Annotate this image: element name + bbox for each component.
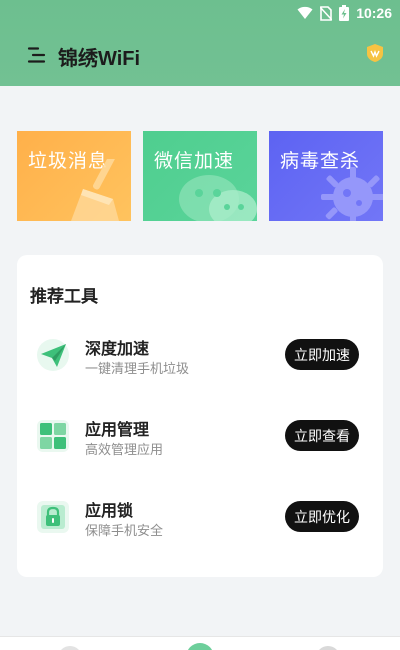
- recommended-tools-panel: 推荐工具 深度加速 一键清理手机垃圾 立即加速 应用管理 高效管理应用 立即查看: [17, 255, 383, 577]
- tool-name: 应用锁: [85, 501, 134, 520]
- app-grid-icon: [37, 420, 69, 452]
- tool-desc: 保障手机安全: [85, 524, 164, 539]
- menu-icon[interactable]: [27, 45, 47, 65]
- vip-badge-icon[interactable]: [366, 43, 384, 63]
- lock-icon: [37, 501, 69, 533]
- status-time: 10:26: [356, 5, 392, 21]
- optimize-now-button[interactable]: 立即优化: [285, 501, 359, 532]
- battery-charging-icon: [339, 5, 350, 21]
- virus-icon: [321, 167, 383, 221]
- tool-name: 应用管理: [85, 420, 150, 439]
- app-title: 锦绣WiFi: [58, 48, 141, 70]
- paper-plane-icon: [37, 339, 69, 371]
- tool-row-app-lock[interactable]: 应用锁 保障手机安全 立即优化: [17, 495, 383, 551]
- app-header-background: 10:26 锦绣WiFi: [0, 0, 400, 86]
- feature-cards: 垃圾消息 微信加速 病毒查杀: [17, 131, 383, 221]
- nav-profile-icon[interactable]: [316, 646, 340, 650]
- no-sim-icon: [320, 5, 333, 21]
- card-virus-scan[interactable]: 病毒查杀: [269, 131, 383, 221]
- view-now-button[interactable]: 立即查看: [285, 420, 359, 451]
- panel-title: 推荐工具: [30, 287, 98, 307]
- status-icons: 10:26: [297, 3, 392, 23]
- tool-desc: 一键清理手机垃圾: [85, 362, 190, 377]
- broom-icon: [71, 159, 119, 221]
- wechat-icon: [179, 175, 257, 221]
- card-junk-messages[interactable]: 垃圾消息: [17, 131, 131, 221]
- tool-row-app-manager[interactable]: 应用管理 高效管理应用 立即查看: [17, 414, 383, 470]
- bottom-nav-bar: [0, 636, 400, 650]
- wifi-icon: [297, 6, 313, 19]
- boost-now-button[interactable]: 立即加速: [285, 339, 359, 370]
- header: 锦绣WiFi: [0, 28, 400, 84]
- nav-tools-icon[interactable]: [58, 646, 82, 650]
- card-wechat-boost[interactable]: 微信加速: [143, 131, 257, 221]
- tool-desc: 高效管理应用: [85, 443, 164, 458]
- tool-name: 深度加速: [85, 339, 150, 358]
- nav-home-icon[interactable]: [186, 643, 214, 650]
- tool-row-deep-boost[interactable]: 深度加速 一键清理手机垃圾 立即加速: [17, 333, 383, 389]
- status-bar: 10:26: [0, 0, 400, 26]
